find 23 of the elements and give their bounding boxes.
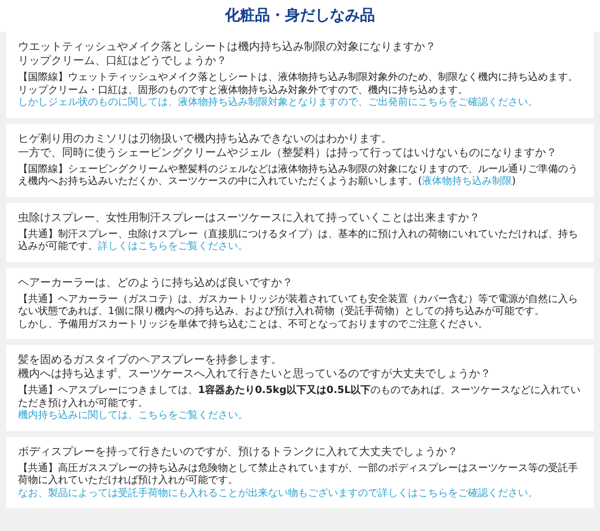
page-title: 化粧品・身だしなみ品 (0, 0, 600, 32)
question-text: ヘアーカーラーは、どのように持ち込めば良いですか？ (18, 276, 294, 290)
answer-text: 【国際線】シェービングクリームや整髪料のジェルなどは液体物持ち込み制限の対象になりますので、ルール通りご準備のうえ機内へお持ち込みいただくか、スーツケースの中に入れていただくようお願いします。(液体物持ち込み制限) (18, 164, 579, 188)
question-text: 髪を固めるガスタイプのヘアスプレーを持参します。 (18, 353, 283, 367)
answer-link[interactable]: なお、製品によっては受託手荷物にも入れることが出来ない物もございますので詳しくはこちらをご確認ください。 (18, 488, 538, 498)
answer-text: 【国際線】ウェットティッシュやメイク落としシートは、液体物持ち込み制限対象外のため、制限なく機内に持ち込めます。 (18, 72, 579, 84)
question-text: 一方で、同時に使うシェービングクリームやジェル（整髪料）は持って行ってはいけないものになりますか？ (18, 146, 558, 160)
answer-text: 【共通】制汗スプレー、虫除けスプレー（直接肌につけるタイプ）は、基本的に預け入れの荷物にいれていただければ、持ち込みが可能です。詳しくはこちらをご覧ください。 (18, 228, 579, 254)
answer-text: リップクリーム・口紅は、固形のものですと液体物持ち込み対象外ですので、機内に持ち込めます。 (18, 84, 469, 96)
question-text: リップクリーム、口紅はどうでしょうか？ (18, 54, 228, 68)
answer-text: しかし、予備用ガスカートリッジを単体で持ち込むことは、不可となっておりますのでご注意ください。 (18, 318, 489, 331)
question-text: ボディスプレーを持って行きたいのですが、預けるトランクに入れて大丈夫でしょうか？ (18, 444, 459, 458)
answer-text: 【共通】ヘアスプレーにつきましては、1容器あたり0.5kg以下又は0.5L以下のものであれば、スーツケースなどに入れていただき預け入れが可能です。 (18, 385, 582, 410)
answer-link[interactable]: 機内持ち込みに関しては、こちらをご覧ください。 (18, 410, 248, 421)
answer-link[interactable]: 詳しくはこちらをご覧ください。 (98, 241, 248, 252)
answer-text: 【共通】高圧ガススプレーの持ち込みは危険物として禁止されていますが、一部のボディスプレーはスーツケース等の受託手荷物に入れていただければ預け入れが可能です。 (18, 462, 579, 488)
question-text: 虫除けスプレー、女性用制汗スプレーはスーツケースに入れて持っていくことは出来ますか？ (18, 210, 481, 224)
answer-link[interactable]: しかしジェル状のものに関しては、液体物持ち込み制限対象となりますので、ご出発前にこちらをご確認ください。 (18, 97, 538, 108)
answer-link[interactable]: 液体物持ち込み制限 (422, 176, 512, 187)
question-text: 機内へは持ち込まず、スーツケースへ入れて行きたいと思っているのですが大丈夫でしょうか？ (18, 367, 492, 381)
answer-text: 【共通】ヘアカーラー（ガスコテ）は、ガスカートリッジが装着されていても安全装置（カバー含む）等で電源が自然に入らない状態であれば、1個に限り機内への持ち込み、および預け入れ荷物（受託手荷物）としての持ち込みが可能です。 (18, 294, 579, 318)
question-text: ヒゲ剃り用のカミソリは刃物扱いで機内持ち込みできないのはわかります。 (18, 132, 393, 146)
question-text: ウエットティッシュやメイク落としシートは機内持ち込み制限の対象になりますか？ (18, 40, 437, 54)
